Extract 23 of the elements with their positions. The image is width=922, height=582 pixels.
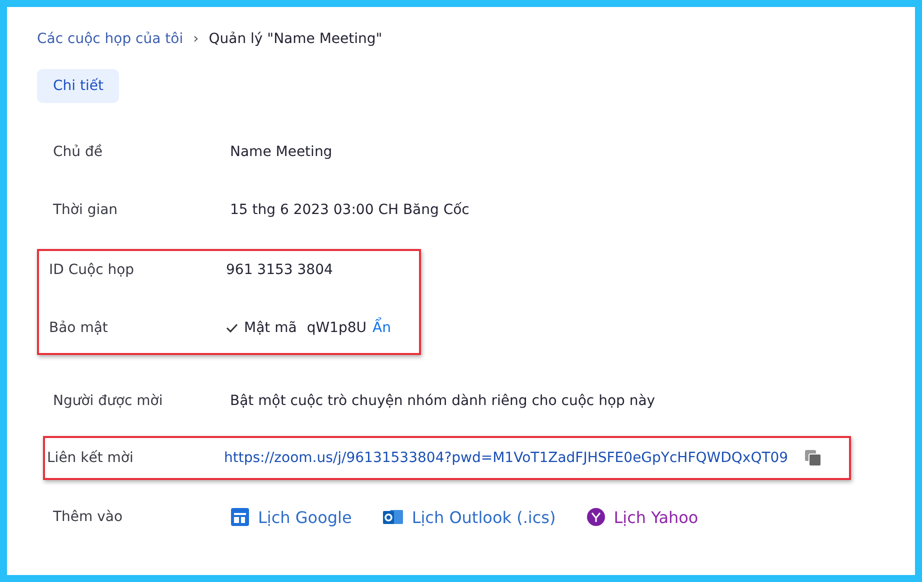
field-label: ID Cuộc họp <box>49 262 136 278</box>
field-label: Thêm vào <box>53 509 124 525</box>
field-value: Name Meeting <box>230 144 332 160</box>
field-value: 961 3153 3804 <box>226 262 333 278</box>
calendar-link[interactable]: Lịch Google <box>230 507 352 527</box>
breadcrumb-link[interactable]: Các cuộc họp của tôi <box>37 31 184 47</box>
field-label: Thời gian <box>53 202 119 218</box>
field-label: Chủ đề <box>53 144 104 160</box>
calendar-link[interactable]: Lịch Yahoo <box>586 507 698 527</box>
field-label: Bảo mật <box>49 320 109 336</box>
calendar-link[interactable]: Lịch Outlook (.ics) <box>382 507 556 527</box>
field-value: Bật một cuộc trò chuyện nhóm dành riêng cho cuộc họp này <box>230 393 656 409</box>
copy-icon[interactable] <box>804 449 822 467</box>
password-label: Mật mã <box>244 320 297 336</box>
breadcrumb-separator: › <box>193 31 199 47</box>
tab[interactable]: Chi tiết <box>37 69 120 103</box>
calendar-icon <box>230 507 250 527</box>
field-label: Người được mời <box>53 393 164 409</box>
breadcrumb-current: Quản lý "Name Meeting" <box>208 31 382 47</box>
password-value: qW1p8U <box>306 320 367 336</box>
field-value: 15 thg 6 2023 03:00 CH Băng Cốc <box>230 202 470 218</box>
field-label: Liên kết mời <box>47 450 134 466</box>
invite-link[interactable]: https://zoom.us/j/96131533804?pwd=M1VoT1ZadFJHSFE0eGpYcHFQWDQxQT09 <box>224 450 788 466</box>
